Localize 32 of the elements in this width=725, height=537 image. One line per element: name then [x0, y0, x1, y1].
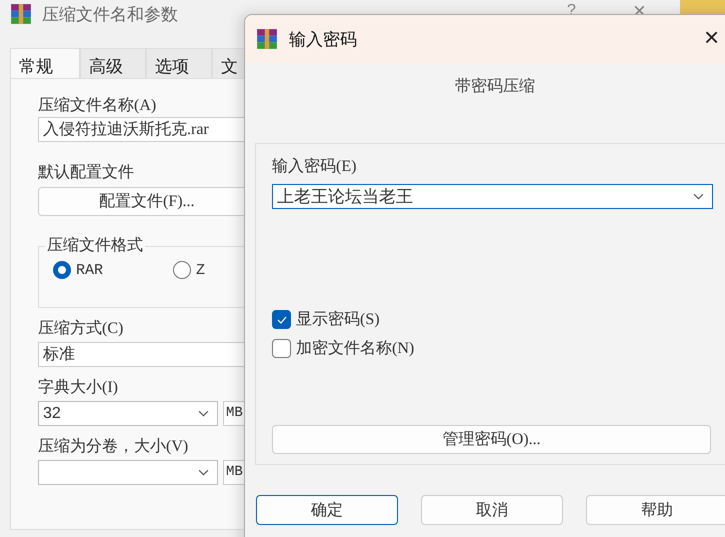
chevron-icon: [198, 469, 209, 476]
checkbox-label: 显示密码(S): [296, 310, 380, 330]
field-label: 压缩文件名称(A): [38, 96, 156, 116]
tab[interactable]: 常规: [10, 48, 80, 78]
field-label: 输入密码(E): [272, 156, 356, 177]
dialog-button[interactable]: 确定: [256, 495, 398, 525]
field-label: 默认配置文件: [38, 162, 134, 183]
manage-passwords-button[interactable]: 管理密码(O)...: [272, 425, 711, 454]
checkbox[interactable]: [272, 310, 291, 329]
password-dropdown[interactable]: 上老王论坛当老王: [272, 184, 713, 209]
field-label: 字典大小(I): [38, 378, 118, 398]
radio-label: Z: [196, 262, 206, 278]
dialog-heading: 带密码压缩: [454, 76, 536, 97]
dictionary-dropdown[interactable]: 32: [38, 401, 218, 426]
field-label: 压缩方式(C): [38, 318, 124, 339]
dialog-title: 输入密码: [289, 28, 357, 50]
radio-button[interactable]: [53, 261, 71, 279]
checkbox-label: 加密文件名称(N): [296, 338, 414, 359]
close-button[interactable]: ×: [704, 24, 720, 50]
tab[interactable]: 高级: [80, 48, 146, 78]
radio-label: RAR: [76, 262, 104, 278]
books-icon: [256, 28, 278, 50]
dialog-button[interactable]: 取消: [421, 495, 563, 525]
checkbox[interactable]: [272, 339, 291, 358]
tab[interactable]: 选项: [146, 48, 212, 78]
radio-button[interactable]: [173, 261, 192, 279]
books-icon: [10, 3, 32, 25]
chevron-icon: [693, 193, 704, 200]
field-label: 压缩为分卷，大小(V): [38, 436, 188, 457]
chevron-icon: [198, 410, 209, 417]
dialog-button[interactable]: 帮助: [586, 495, 725, 525]
window-title: 压缩文件名和参数: [42, 4, 178, 26]
